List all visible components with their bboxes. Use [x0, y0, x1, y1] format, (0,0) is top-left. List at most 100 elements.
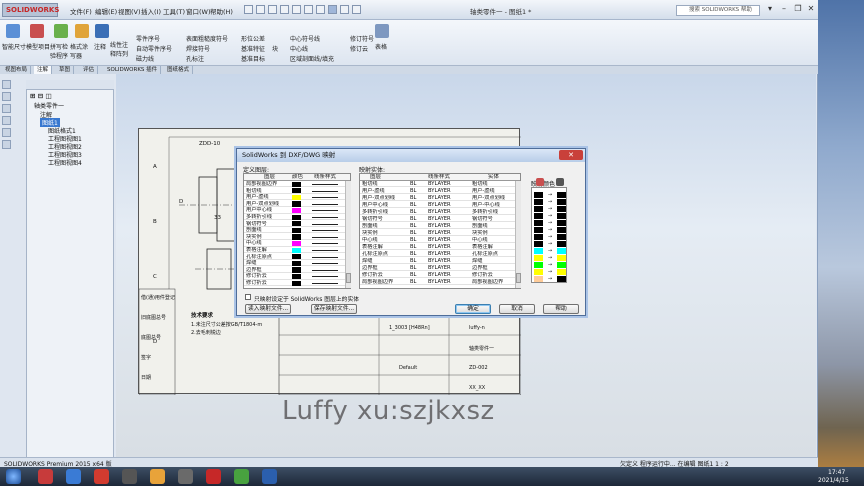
color-map-row[interactable]: → [534, 213, 566, 219]
note-button[interactable]: 注释 [94, 42, 106, 51]
start-orb-icon[interactable] [6, 469, 21, 484]
menu-help[interactable]: 帮助(H) [210, 6, 233, 16]
menu-window[interactable]: 窗口(W) [186, 6, 211, 16]
tech-req-line2[interactable]: 2.去毛刺锐边 [191, 329, 221, 336]
layer-linestyle[interactable] [312, 256, 338, 258]
tab-view-layout[interactable]: 视图布局 [2, 66, 32, 74]
file-properties-icon[interactable] [340, 5, 349, 14]
target-color-swatch[interactable] [557, 234, 566, 240]
layer-row[interactable]: 剖面线 [244, 227, 350, 234]
layer-linestyle[interactable] [312, 190, 338, 192]
options-gear-icon[interactable] [352, 5, 361, 14]
layer-table[interactable]: 图层 颜色 线条样式 局部视图边界 粗切线 用户-虚线 用户-双点划线 用户中心线 多转折… [243, 173, 351, 289]
table-button[interactable]: 表格 [375, 42, 387, 51]
tree-filter-icon[interactable]: ⊞ ⊟ ◫ [30, 92, 52, 100]
taskbar-folder-icon[interactable] [150, 469, 165, 484]
layer-linestyle[interactable] [312, 197, 338, 199]
layer-color-swatch[interactable] [292, 247, 301, 253]
entity-table-scrollbar[interactable] [515, 181, 521, 288]
tab-sketch[interactable]: 草图 [56, 66, 75, 74]
tree-root[interactable]: 轴类零件一 [34, 101, 64, 110]
menu-view[interactable]: 视图(V) [118, 6, 141, 16]
layer-row[interactable]: 块实例 [244, 234, 350, 241]
layer-row[interactable]: 用户-双点划线 [244, 201, 350, 208]
entity-row[interactable]: 钢切符号 BL BYLAYER 钢切符号 [360, 216, 520, 223]
source-color-swatch[interactable] [534, 213, 543, 219]
help-search-input[interactable]: 搜索 SOLIDWORKS 帮助 [676, 5, 760, 16]
target-color-swatch[interactable] [557, 213, 566, 219]
target-color-swatch[interactable] [557, 262, 566, 268]
color-map-row[interactable]: → [534, 276, 566, 282]
entity-row[interactable]: 用户中心线 BL BYLAYER 用户-中心线 [360, 202, 520, 209]
entity-row[interactable]: 剖面线 BL BYLAYER 剖面线 [360, 223, 520, 230]
save-icon[interactable] [268, 5, 277, 14]
taskbar-media-icon[interactable] [122, 469, 137, 484]
source-color-swatch[interactable] [534, 220, 543, 226]
smart-dimension-button[interactable]: 智能尺寸 [2, 42, 26, 51]
entity-row[interactable]: 表格注解 BL BYLAYER 表格注解 [360, 244, 520, 251]
entity-row[interactable]: 中心线 BL BYLAYER 中心线 [360, 237, 520, 244]
surface-finish-button[interactable]: 表面粗糙度符号 [186, 34, 228, 43]
dimension-d[interactable]: D [179, 199, 183, 205]
spell-check-button[interactable]: 拼写检验程序 [50, 42, 70, 60]
geometric-tolerance-button[interactable]: 形位公差 [241, 34, 265, 43]
color-map-row[interactable]: → [534, 220, 566, 226]
entity-row[interactable]: 块实例 BL BYLAYER 块实例 [360, 230, 520, 237]
layer-color-swatch[interactable] [292, 227, 301, 233]
target-color-swatch[interactable] [557, 241, 566, 247]
color-map-row[interactable]: → [534, 206, 566, 212]
title-company[interactable]: XX_XX [469, 385, 485, 391]
model-items-button[interactable]: 模型项目 [26, 42, 50, 51]
col-color[interactable]: 颜色 [292, 174, 303, 181]
file-explorer-icon[interactable] [2, 104, 11, 113]
ok-button[interactable]: 确定 [455, 304, 491, 314]
source-color-swatch[interactable] [534, 192, 543, 198]
taskbar-pdf-icon[interactable] [94, 469, 109, 484]
layer-color-swatch[interactable] [292, 240, 301, 247]
select-icon[interactable] [316, 5, 325, 14]
new-file-icon[interactable] [244, 5, 253, 14]
color-map-row[interactable]: → [534, 269, 566, 275]
close-icon[interactable]: ✕ [805, 4, 817, 15]
tech-req-title[interactable]: 技术要求 [191, 311, 213, 319]
taskbar-word-icon[interactable] [262, 469, 277, 484]
magnetic-line-button[interactable]: 磁力线 [136, 54, 154, 63]
tab-annotation[interactable]: 注解 [34, 66, 53, 74]
color-map-icon-right[interactable] [556, 178, 564, 186]
layer-row[interactable]: 用户中心线 [244, 207, 350, 214]
appearances-icon[interactable] [2, 116, 11, 125]
layer-color-swatch[interactable] [292, 280, 301, 286]
rebuild-icon[interactable] [328, 5, 337, 14]
balloon-button[interactable]: 零件序号 [136, 34, 160, 43]
datum-feature-button[interactable]: 基准特征 [241, 44, 265, 53]
smart-dimension-icon[interactable] [6, 24, 20, 38]
dimension-33[interactable]: 33 [214, 215, 221, 221]
entity-row[interactable]: 焊缝 BL BYLAYER 焊缝 [360, 258, 520, 265]
layer-linestyle[interactable] [312, 236, 338, 238]
target-color-swatch[interactable] [557, 206, 566, 212]
target-color-swatch[interactable] [557, 227, 566, 233]
source-color-swatch[interactable] [534, 227, 543, 233]
load-map-button[interactable]: 读入映射文件... [245, 304, 291, 314]
design-library-icon[interactable] [2, 92, 11, 101]
minimize-icon[interactable]: – [778, 4, 790, 15]
layer-linestyle[interactable] [312, 223, 338, 225]
col-entity[interactable]: 实体 [488, 174, 499, 181]
layer-linestyle[interactable] [312, 269, 338, 271]
layer-row[interactable]: 钢切符号 [244, 221, 350, 227]
color-map-row[interactable]: → [534, 255, 566, 261]
entity-row[interactable]: 多转折引线 BL BYLAYER 多转折引线 [360, 209, 520, 216]
entity-scroll-thumb[interactable] [516, 273, 521, 283]
layer-color-swatch[interactable] [292, 188, 301, 194]
entity-row[interactable]: 孔标注原点 BL BYLAYER 孔标注原点 [360, 251, 520, 258]
col-entity-layer[interactable]: 图层 [370, 174, 381, 181]
auto-balloon-button[interactable]: 自动零件序号 [136, 44, 172, 53]
model-items-icon[interactable] [30, 24, 44, 38]
table-icon[interactable] [375, 24, 389, 38]
clock-time[interactable]: 17:47 [828, 469, 845, 476]
layer-linestyle[interactable] [312, 217, 338, 218]
layer-linestyle[interactable] [312, 243, 338, 245]
solidworks-forum-icon[interactable] [2, 140, 11, 149]
color-map-row[interactable]: → [534, 241, 566, 247]
clock-date[interactable]: 2021/4/15 [818, 477, 849, 484]
